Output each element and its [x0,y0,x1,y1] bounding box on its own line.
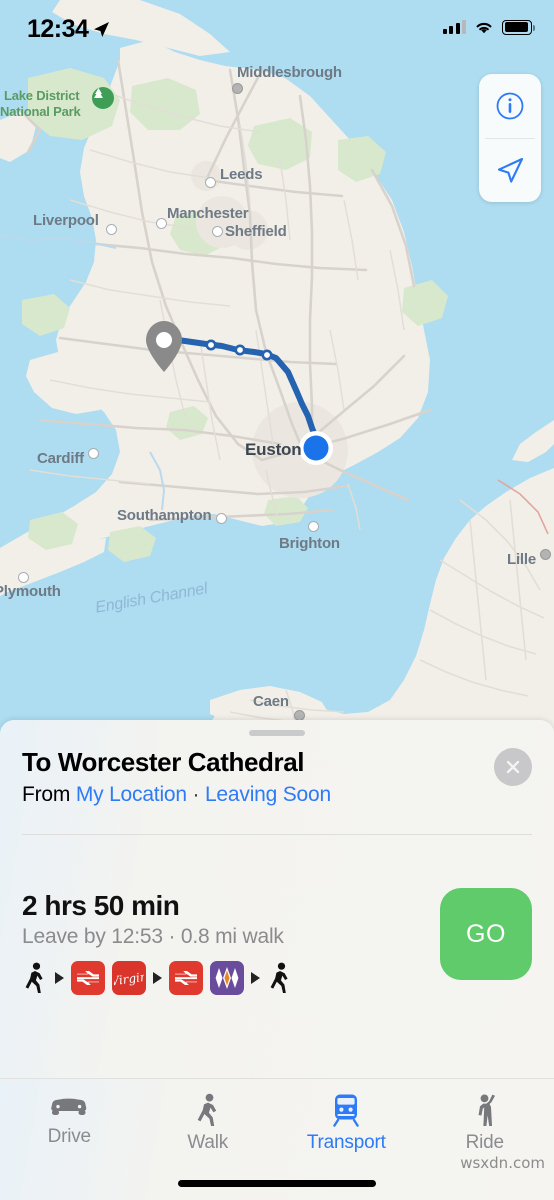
train-icon [333,1094,359,1127]
map-label-national-park: National Park [0,104,81,119]
walk-icon [25,962,43,993]
controls-divider [485,138,535,139]
city-dot-southampton [216,513,227,524]
map-label-brighton: Brighton [279,535,340,552]
location-arrow-icon [93,21,110,43]
walk-icon [270,962,288,993]
map-label-cardiff: Cardiff [37,450,84,467]
go-button[interactable]: GO [440,888,532,980]
city-dot-plymouth [18,572,29,583]
sheet-header: To Worcester Cathedral From My Location … [0,746,554,807]
close-icon [506,760,520,774]
watermark: wsxdn.com [460,1154,545,1172]
park-badge-icon [92,87,114,109]
map-label-caen: Caen [253,693,289,710]
walk-icon [197,1093,216,1126]
cellular-bars-icon [442,20,466,34]
status-bar: 12:34 [0,0,554,56]
city-dot-cardiff [88,448,99,459]
city-dot-manchester [156,218,167,229]
close-button[interactable] [494,748,532,786]
svg-text:Virgin: Virgin [114,969,144,988]
from-location-link[interactable]: My Location [76,783,187,806]
city-dot-sheffield [212,226,223,237]
national-rail-icon [169,961,203,995]
origin-separator: · [192,783,200,806]
virgin-trains-icon: Virgin [112,961,146,995]
tab-drive[interactable]: Drive [0,1079,139,1200]
status-indicators [442,19,536,35]
tab-drive-label: Drive [47,1126,92,1147]
info-button[interactable] [479,74,541,138]
map-label-euston: Euston [245,440,302,459]
from-prefix-label: From [22,783,71,806]
national-rail-icon [71,961,105,995]
tab-ride[interactable]: Ride [416,1079,554,1200]
map-label-lake-district: Lake District [4,88,80,103]
wifi-icon [476,22,492,34]
origin-line: From My Location · Leaving Soon [22,783,532,807]
destination-title: To Worcester Cathedral [22,747,305,777]
hailing-person-icon [478,1094,495,1126]
map-graphics [0,0,554,740]
tab-transport-label: Transport [306,1132,386,1153]
map-canvas[interactable]: Lake District National Park Middlesbroug… [0,0,554,740]
departure-time-link[interactable]: Leaving Soon [205,783,331,806]
map-label-lille: Lille [507,551,537,568]
map-label-sheffield: Sheffield [225,223,287,240]
map-label-manchester: Manchester [167,205,249,222]
chevron-right-icon [55,972,64,984]
sheet-divider [22,834,532,835]
map-label-leeds: Leeds [220,166,263,183]
west-midlands-railway-icon [210,961,244,995]
info-circle-icon [496,92,524,120]
tab-walk-label: Walk [187,1132,229,1153]
city-dot-brighton [308,521,319,532]
chevron-right-icon [153,972,162,984]
city-dot-middlesbrough [232,83,243,94]
chevron-right-icon [251,972,260,984]
status-clock: 12:34 [27,15,89,43]
home-indicator[interactable] [178,1180,376,1187]
city-dot-leeds [205,177,216,188]
map-label-liverpool: Liverpool [33,212,99,229]
navigation-arrow-icon [497,157,524,183]
city-dot-lille [540,549,551,560]
recenter-button[interactable] [479,138,541,202]
battery-full-icon [502,19,536,35]
car-icon [51,1098,87,1115]
tab-ride-label: Ride [465,1132,504,1153]
map-label-southampton: Southampton [117,507,212,524]
maps-app-screen: Lake District National Park Middlesbroug… [0,0,554,1200]
go-button-label: GO [465,919,507,948]
sheet-drag-handle[interactable] [249,730,305,736]
city-dot-liverpool [106,224,117,235]
current-location-dot [299,431,333,465]
map-controls-panel [479,74,541,202]
map-label-plymouth: Plymouth [0,583,61,600]
map-label-middlesbrough: Middlesbrough [237,64,342,81]
